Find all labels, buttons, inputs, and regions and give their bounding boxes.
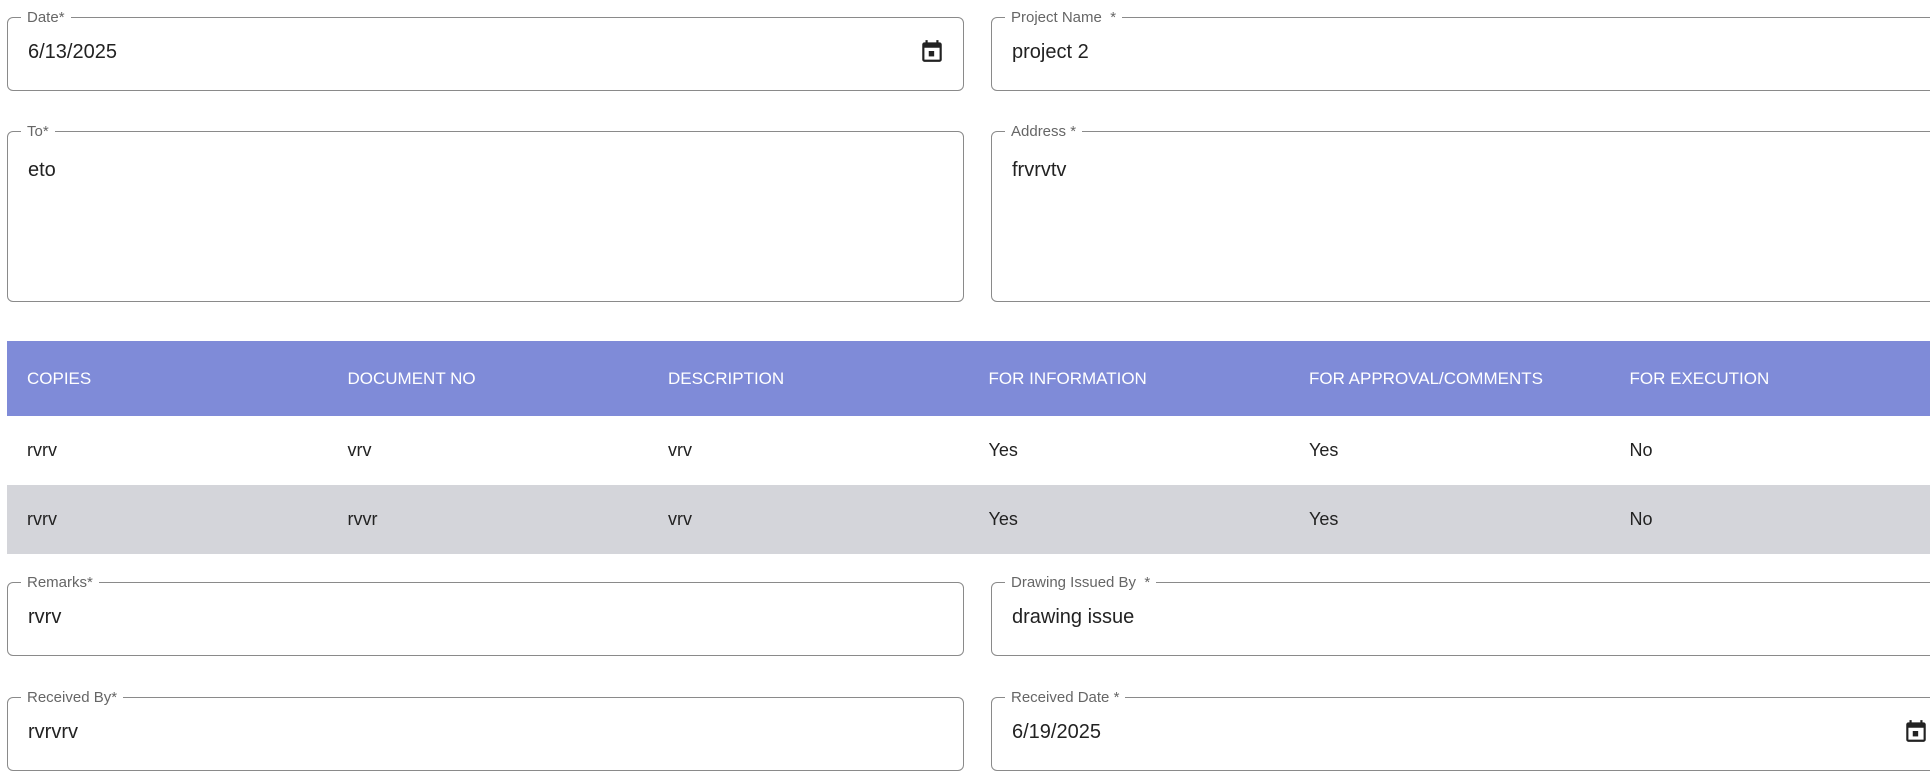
table-cell: vrv	[648, 440, 969, 461]
to-field[interactable]: To* eto	[7, 131, 964, 302]
table-cell: Yes	[969, 509, 1290, 530]
table-cell: rvrv	[7, 440, 328, 461]
table-row[interactable]: rvrv rvvr vrv Yes Yes No	[7, 485, 1930, 554]
table-cell: No	[1610, 509, 1930, 530]
column-header-description[interactable]: DESCRIPTION	[648, 369, 969, 389]
column-header-document-no[interactable]: DOCUMENT NO	[328, 369, 649, 389]
table-cell: Yes	[969, 440, 1290, 461]
received-date-value[interactable]: 6/19/2025	[1012, 721, 1101, 744]
date-field[interactable]: Date* 6/13/2025	[7, 17, 964, 91]
calendar-icon[interactable]	[919, 37, 945, 65]
received-date-field[interactable]: Received Date * 6/19/2025	[991, 697, 1930, 771]
table-cell: rvvr	[328, 509, 649, 530]
address-field[interactable]: Address * frvrvtv	[991, 131, 1930, 302]
column-header-for-information[interactable]: FOR INFORMATION	[969, 369, 1290, 389]
table-cell: No	[1610, 440, 1930, 461]
table-cell: vrv	[328, 440, 649, 461]
column-header-for-execution[interactable]: FOR EXECUTION	[1610, 369, 1930, 389]
table-header: COPIES DOCUMENT NO DESCRIPTION FOR INFOR…	[7, 341, 1930, 416]
received-by-field[interactable]: Received By* rvrvrv	[7, 697, 964, 771]
column-header-for-approval[interactable]: FOR APPROVAL/COMMENTS	[1289, 369, 1610, 389]
address-value[interactable]: frvrvtv	[1012, 159, 1066, 182]
calendar-icon[interactable]	[1903, 717, 1929, 745]
project-name-value[interactable]: project 2	[1012, 41, 1089, 64]
project-name-field[interactable]: Project Name * project 2	[991, 17, 1930, 91]
table-cell: rvrv	[7, 509, 328, 530]
column-header-copies[interactable]: COPIES	[7, 369, 328, 389]
remarks-label: Remarks*	[21, 574, 99, 592]
address-label: Address *	[1005, 123, 1082, 141]
table-cell: vrv	[648, 509, 969, 530]
drawing-issued-by-label: Drawing Issued By *	[1005, 574, 1156, 592]
received-by-value[interactable]: rvrvrv	[28, 721, 78, 744]
received-date-label: Received Date *	[1005, 689, 1125, 707]
date-value[interactable]: 6/13/2025	[28, 41, 117, 64]
date-label: Date*	[21, 9, 71, 27]
documents-table: COPIES DOCUMENT NO DESCRIPTION FOR INFOR…	[7, 341, 1930, 554]
project-name-label: Project Name *	[1005, 9, 1122, 27]
remarks-value[interactable]: rvrv	[28, 606, 61, 629]
received-by-label: Received By*	[21, 689, 123, 707]
to-value[interactable]: eto	[28, 159, 56, 182]
drawing-issued-by-value[interactable]: drawing issue	[1012, 606, 1134, 629]
table-cell: Yes	[1289, 440, 1610, 461]
table-cell: Yes	[1289, 509, 1610, 530]
table-row[interactable]: rvrv vrv vrv Yes Yes No	[7, 416, 1930, 485]
to-label: To*	[21, 123, 55, 141]
remarks-field[interactable]: Remarks* rvrv	[7, 582, 964, 656]
drawing-issued-by-field[interactable]: Drawing Issued By * drawing issue	[991, 582, 1930, 656]
